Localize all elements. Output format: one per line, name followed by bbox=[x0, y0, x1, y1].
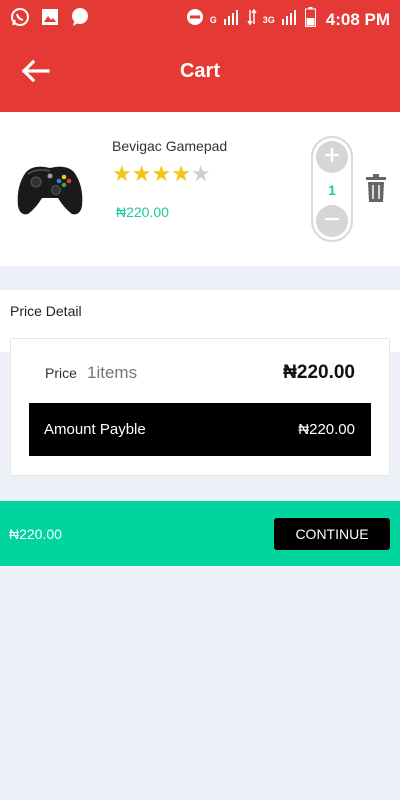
delete-item-button[interactable] bbox=[365, 174, 387, 202]
product-price: ₦220.00 bbox=[116, 204, 169, 220]
image-icon bbox=[40, 7, 60, 32]
checkout-total: ₦220.00 bbox=[9, 526, 62, 542]
minus-icon bbox=[323, 210, 341, 233]
signal-icon bbox=[223, 9, 241, 30]
amount-payable-row: Amount Payble ₦220.00 bbox=[29, 403, 371, 456]
product-image[interactable] bbox=[14, 156, 86, 220]
star-icon: ★ bbox=[171, 161, 191, 186]
network-type-g: G bbox=[209, 14, 217, 25]
whatsapp-icon bbox=[10, 7, 30, 32]
do-not-disturb-icon bbox=[186, 8, 204, 31]
price-label: Price bbox=[45, 365, 77, 381]
amount-payable-value: ₦220.00 bbox=[298, 421, 355, 438]
quantity-value: 1 bbox=[328, 182, 336, 198]
price-value: ₦220.00 bbox=[283, 362, 355, 383]
continue-button[interactable]: CONTINUE bbox=[274, 518, 390, 550]
amount-payable-label: Amount Payble bbox=[44, 421, 146, 438]
status-time: 4:08 PM bbox=[325, 9, 390, 29]
quantity-stepper: 1 bbox=[311, 136, 353, 242]
price-summary-card: Price 1items ₦220.00 Amount Payble ₦220.… bbox=[10, 338, 390, 476]
decrease-quantity-button[interactable] bbox=[316, 205, 348, 237]
star-icon: ★ bbox=[131, 161, 152, 186]
battery-icon bbox=[304, 7, 316, 32]
star-icon: ★ bbox=[151, 161, 172, 186]
star-empty-icon: ★ bbox=[190, 161, 211, 186]
product-rating: ★ ★ ★ ★ ★ bbox=[112, 162, 211, 186]
trash-icon bbox=[365, 174, 387, 206]
chat-icon bbox=[70, 7, 90, 32]
price-detail-heading: Price Detail bbox=[10, 303, 82, 319]
signal-icon bbox=[281, 9, 299, 30]
app-bar: Cart bbox=[0, 36, 400, 112]
star-icon: ★ bbox=[112, 161, 132, 186]
network-type-3g: 3G bbox=[262, 14, 275, 25]
page-title: Cart bbox=[179, 60, 220, 82]
items-count: 1items bbox=[87, 363, 138, 382]
product-name: Bevigac Gamepad bbox=[112, 138, 228, 154]
checkout-bar: ₦220.00 CONTINUE bbox=[0, 501, 400, 566]
cart-item: Bevigac Gamepad ★ ★ ★ ★ ★ ₦220.00 1 bbox=[0, 112, 400, 266]
increase-quantity-button[interactable] bbox=[316, 141, 348, 173]
plus-icon bbox=[323, 146, 341, 169]
status-bar: G 3G 4:08 PM bbox=[0, 0, 400, 36]
data-transfer-icon bbox=[247, 8, 257, 30]
